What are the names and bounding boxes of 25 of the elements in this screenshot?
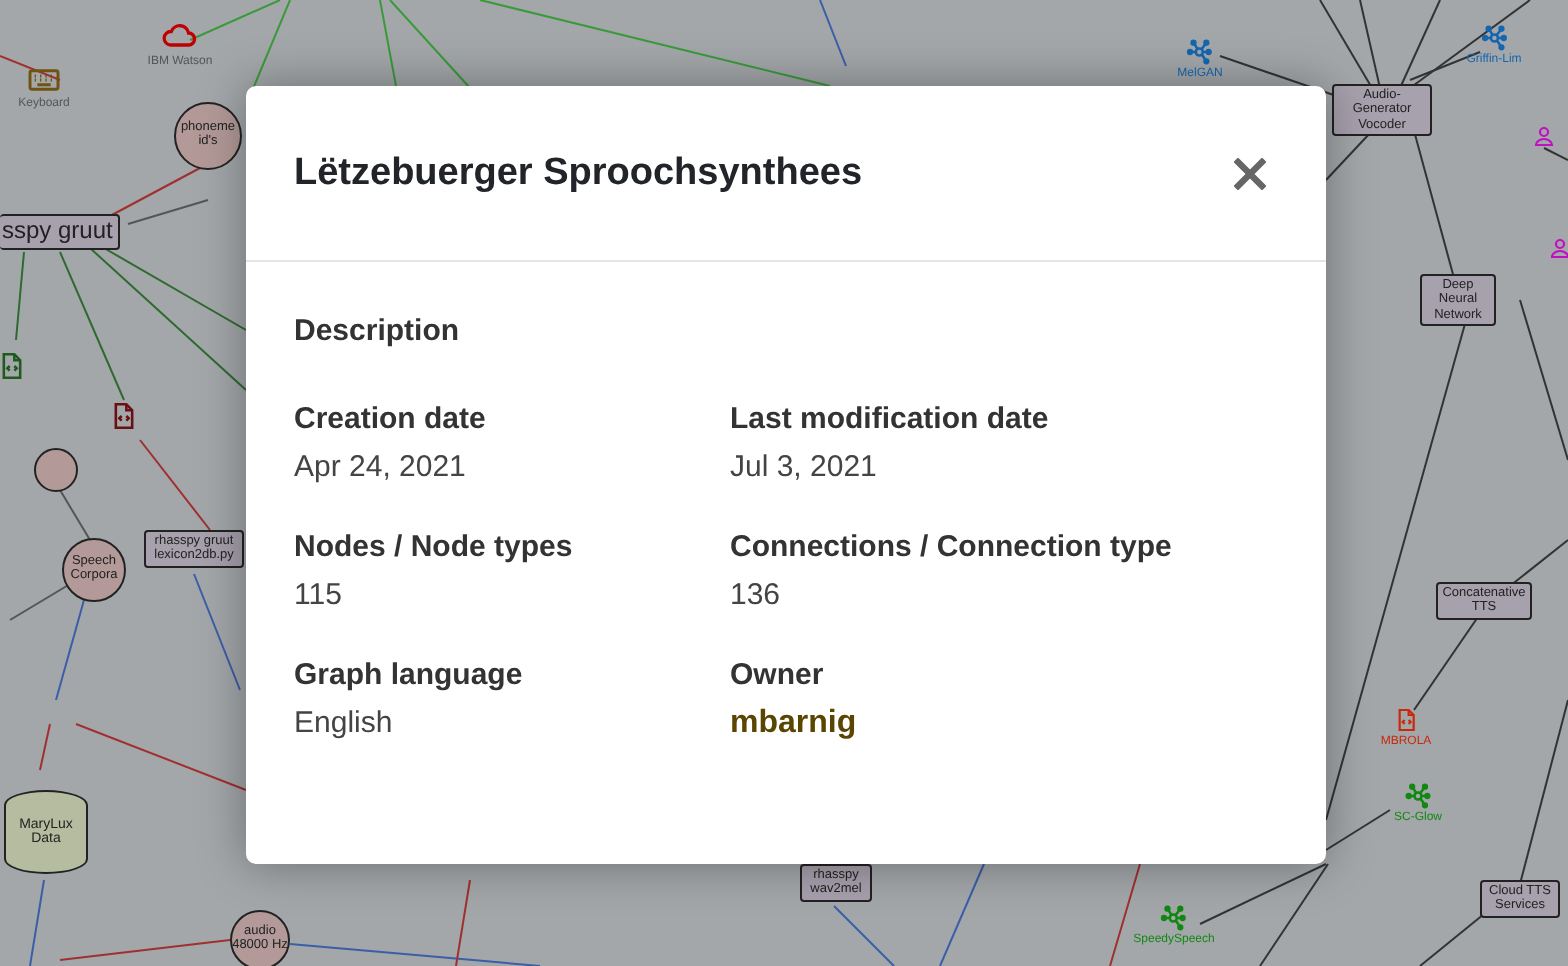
field-label: Graph language: [294, 658, 525, 692]
field-label: Connections / Connection type: [730, 530, 1174, 564]
close-icon: [1234, 157, 1266, 189]
person-icon[interactable]: [1548, 236, 1568, 260]
field-value: English: [294, 706, 395, 740]
field-label: Creation date: [294, 402, 488, 436]
network-icon[interactable]: [1480, 24, 1508, 52]
field-label: Nodes / Node types: [294, 530, 575, 564]
network-icon[interactable]: [1186, 38, 1214, 66]
code-file-icon[interactable]: [110, 398, 138, 434]
field-value: Apr 24, 2021: [294, 450, 468, 484]
dialog-title: Lëtzebuerger Sproochsynthees: [294, 151, 863, 195]
graph-node[interactable]: [34, 448, 78, 492]
graph-node[interactable]: sspy gruut: [0, 214, 121, 250]
field-value: 136: [730, 578, 783, 612]
field-value: 115: [294, 578, 344, 612]
owner-link[interactable]: mbarnig: [730, 706, 1278, 742]
close-button[interactable]: [1230, 153, 1270, 193]
code-file-icon[interactable]: [1394, 706, 1418, 734]
field-label: Owner: [730, 658, 826, 692]
section-heading: Description: [294, 314, 462, 348]
code-file-icon[interactable]: [0, 348, 26, 384]
person-icon[interactable]: [1532, 124, 1556, 148]
field-value: Jul 3, 2021: [730, 450, 879, 484]
field-label: Last modification date: [730, 402, 1051, 436]
